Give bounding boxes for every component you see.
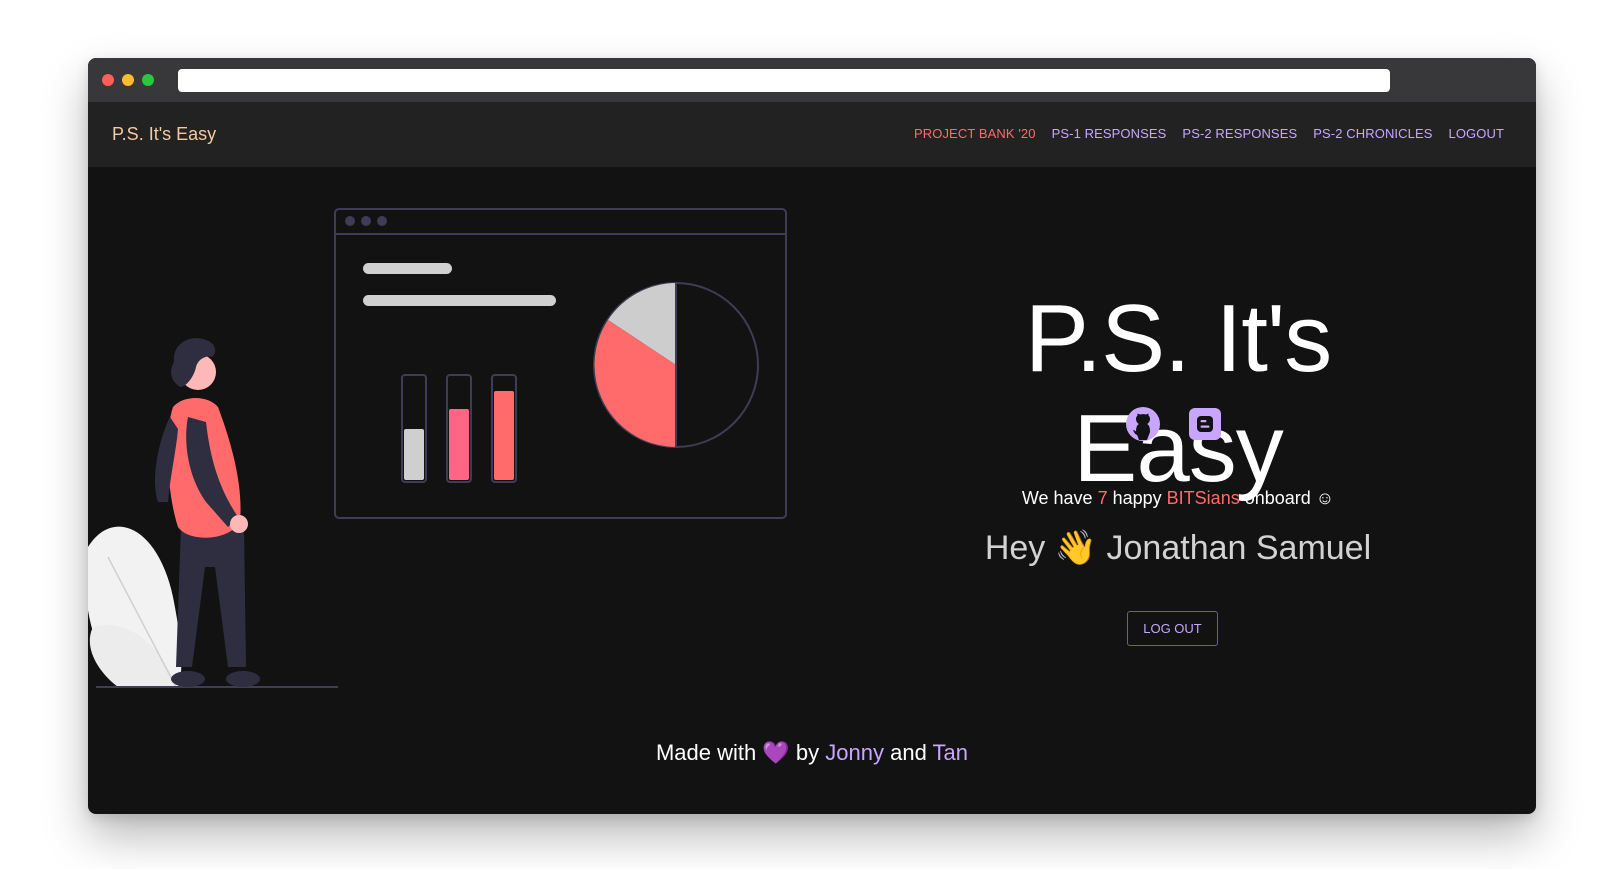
nav-ps2-chronicles[interactable]: PS-2 CHRONICLES <box>1313 126 1432 141</box>
nav-project-bank[interactable]: PROJECT BANK '20 <box>914 126 1036 141</box>
footer: Made with 💜 by Jonny and Tan <box>88 740 1536 766</box>
plant-illustration <box>88 526 182 688</box>
minimize-window-button[interactable] <box>122 74 134 86</box>
count-prefix: We have <box>1021 488 1093 508</box>
brand-logo[interactable]: P.S. It's Easy <box>112 124 216 145</box>
blogger-icon[interactable] <box>1187 406 1223 442</box>
nav-links: PROJECT BANK '20 PS-1 RESPONSES PS-2 RES… <box>914 126 1504 141</box>
greeting: Hey 👋 Jonathan Samuel <box>984 529 1372 567</box>
nav-logout[interactable]: LOGOUT <box>1449 126 1505 141</box>
navbar: P.S. It's Easy PROJECT BANK '20 PS-1 RES… <box>88 102 1536 167</box>
maximize-window-button[interactable] <box>142 74 154 86</box>
browser-titlebar <box>88 58 1536 102</box>
user-count-text: We have 7 happy BITSians onboard ☺ <box>908 488 1448 509</box>
social-links <box>1125 406 1223 442</box>
author-link-jonny[interactable]: Jonny <box>825 740 884 765</box>
nav-ps2-responses[interactable]: PS-2 RESPONSES <box>1182 126 1297 141</box>
count-suffix: onboard ☺ <box>1244 488 1335 508</box>
logout-button[interactable]: LOG OUT <box>1127 611 1218 646</box>
close-window-button[interactable] <box>102 74 114 86</box>
footer-by: by <box>795 740 820 765</box>
address-bar[interactable] <box>178 69 1390 92</box>
github-icon[interactable] <box>1125 406 1161 442</box>
heart-icon: 💜 <box>762 740 790 765</box>
browser-window: P.S. It's Easy PROJECT BANK '20 PS-1 RES… <box>88 58 1536 814</box>
hero-title: P.S. It's Easy <box>1024 285 1332 502</box>
dashboard-illustration <box>334 208 787 519</box>
footer-and: and <box>890 740 927 765</box>
footer-prefix: Made with <box>655 740 757 765</box>
nav-ps1-responses[interactable]: PS-1 RESPONSES <box>1052 126 1167 141</box>
author-link-tan[interactable]: Tan <box>933 740 968 765</box>
count-highlight: BITSians <box>1166 488 1240 508</box>
hero-illustration <box>88 208 787 688</box>
count-value: 7 <box>1097 488 1108 508</box>
count-middle: happy <box>1112 488 1162 508</box>
